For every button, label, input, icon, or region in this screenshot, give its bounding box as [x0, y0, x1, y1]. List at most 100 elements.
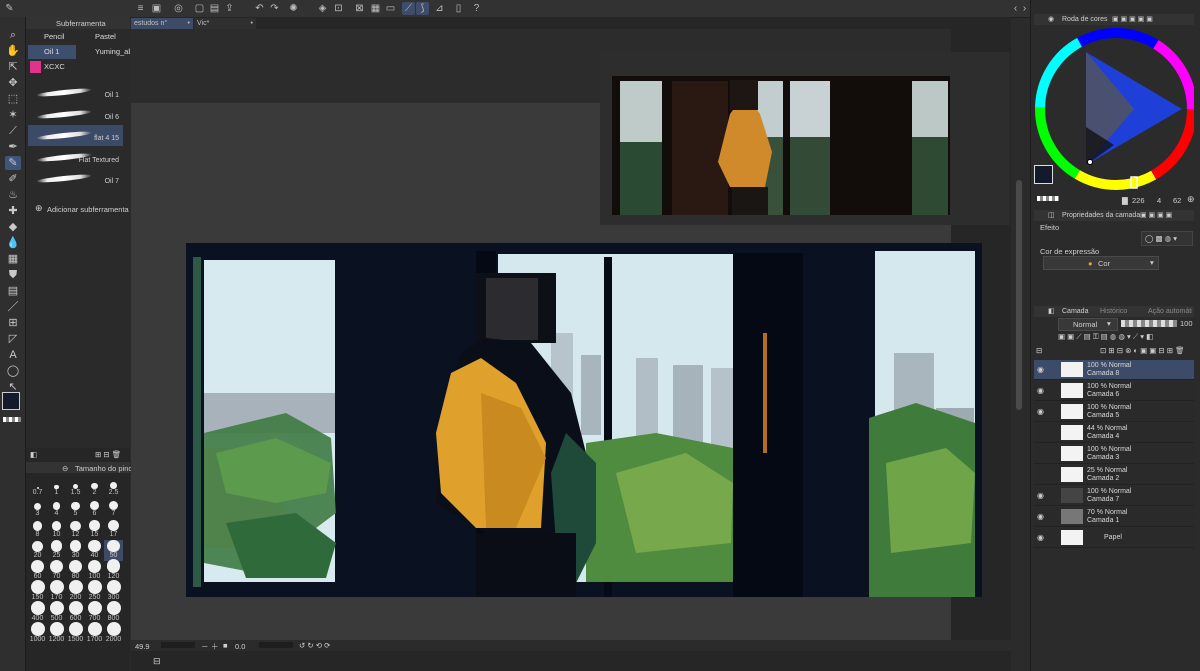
brush-size-1700[interactable]: 1700: [85, 622, 104, 645]
brush-size-150[interactable]: 150: [28, 580, 47, 603]
layer-row[interactable]: 100 % Normal Camada 3: [1034, 444, 1194, 464]
expression-color-select[interactable]: ● Cor ▾: [1043, 256, 1159, 270]
layer-row[interactable]: ◉ 100 % Normal Camada 6: [1034, 381, 1194, 401]
layer-row[interactable]: ◉ 100 % Normal Camada 8: [1034, 360, 1194, 380]
brush-size-400[interactable]: 400: [28, 601, 47, 624]
fill-icon[interactable]: ◈: [316, 2, 329, 15]
color-set-icons[interactable]: ▣ ▣ ▣ ▣ ▣: [1112, 14, 1153, 25]
brush-size-7[interactable]: 7: [104, 498, 123, 519]
brush-item-oil-6[interactable]: Oil 6: [28, 104, 123, 125]
pencil-tool-icon[interactable]: ✐: [5, 172, 21, 186]
eye-icon[interactable]: ◉: [1037, 407, 1044, 416]
decoration-tool-icon[interactable]: ✚: [5, 204, 21, 218]
brush-item-oil-7[interactable]: Oil 7: [28, 168, 123, 189]
rotate-icons[interactable]: ↺ ↻ ⟲ ⟳: [299, 641, 330, 650]
color-wheel[interactable]: [1034, 27, 1194, 192]
brush-size-600[interactable]: 600: [66, 601, 85, 624]
undo-icon[interactable]: ↶: [253, 2, 266, 15]
hamburger-menu-icon[interactable]: ≡: [134, 2, 147, 15]
panel-menu-icon[interactable]: ◧: [30, 450, 37, 459]
selection-tool-icon[interactable]: ⬚: [5, 92, 21, 106]
brush-size-100[interactable]: 100: [85, 559, 104, 582]
panel-buttons-icon[interactable]: ⊞ ⊟ 🗑: [95, 450, 121, 459]
brush-tool-icon[interactable]: ✎: [5, 156, 21, 170]
move-tool-icon[interactable]: ✥: [5, 76, 21, 90]
redo-icon[interactable]: ↷: [268, 2, 281, 15]
transparent-swatch[interactable]: [1037, 196, 1059, 201]
navigator-icon[interactable]: ⊟: [153, 656, 161, 667]
blend-tool-icon[interactable]: 💧: [5, 236, 21, 250]
layer-props-tab-icons[interactable]: ▣ ▣ ▣ ▣: [1140, 210, 1172, 221]
canvas-icon[interactable]: ▭: [384, 2, 397, 15]
brush-size-1000[interactable]: 1000: [28, 622, 47, 645]
subtool-tab-pencil[interactable]: Pencil: [28, 30, 76, 44]
export-icon[interactable]: ⇪: [223, 2, 236, 15]
layer-lock-icons[interactable]: ▣ ▣ ⟋ ▤ ⚿ ▤ ◍ ◍ ▾ ⟋ ▾ ◧: [1058, 332, 1153, 342]
pen-tool-icon[interactable]: ✒: [5, 140, 21, 154]
brush-size-25[interactable]: 25: [47, 540, 66, 561]
brush-size-50[interactable]: 50: [104, 539, 123, 561]
snap-special-icon[interactable]: ⟆: [416, 2, 429, 15]
brush-size-6[interactable]: 6: [85, 498, 104, 519]
tab-history[interactable]: Histórico: [1100, 306, 1127, 317]
eye-icon[interactable]: ◉: [1037, 365, 1044, 374]
airbrush-icon[interactable]: ♨: [5, 188, 21, 202]
brush-size-1200[interactable]: 1200: [47, 622, 66, 645]
brush-size-0.7[interactable]: 0.7: [28, 477, 47, 498]
loading-icon[interactable]: ✺: [287, 2, 300, 15]
text-tool-icon[interactable]: A: [5, 348, 21, 362]
brush-size-200[interactable]: 200: [66, 580, 85, 603]
eraser-icon[interactable]: ◆: [5, 220, 21, 234]
brush-item-flat-textured[interactable]: Flat Textured: [28, 147, 123, 168]
brush-size-1.5[interactable]: 1.5: [66, 477, 85, 498]
new-canvas-icon[interactable]: ▣: [150, 2, 163, 15]
hand-tool-icon[interactable]: ✋: [5, 44, 21, 58]
layer-row[interactable]: ◉ 70 % Normal Camada 1: [1034, 507, 1194, 527]
painting-canvas[interactable]: [186, 243, 982, 617]
subtool-tab-pastel[interactable]: Pastel: [79, 30, 129, 44]
bucket-icon[interactable]: ⛊: [5, 268, 21, 282]
layer-row[interactable]: ◉ 100 % Normal Camada 5: [1034, 402, 1194, 422]
subtool-tab-oil[interactable]: Oil 1: [28, 45, 76, 59]
layer-action-icons[interactable]: ⊡ ⊞ ⊟ ⊗ ◐ ▣ ▣ ⊟ ⊞ 🗑: [1100, 346, 1185, 355]
menu-icon[interactable]: ✎: [3, 2, 16, 15]
angle-value[interactable]: 0.0: [235, 642, 245, 651]
ruler-snap-icon[interactable]: ⟋: [402, 2, 415, 15]
frame-border-icon[interactable]: ⊞: [5, 316, 21, 330]
eyedropper-icon[interactable]: ⟋: [5, 124, 21, 138]
layer-row[interactable]: 25 % Normal Camada 2: [1034, 465, 1194, 485]
brush-size-170[interactable]: 170: [47, 580, 66, 603]
device-icon[interactable]: ▯: [452, 2, 465, 15]
brush-size-800[interactable]: 800: [104, 601, 123, 624]
snap-grid-icon[interactable]: ⊿: [433, 2, 446, 15]
tab-vic[interactable]: Vic* •: [194, 18, 256, 29]
brush-size-700[interactable]: 700: [85, 601, 104, 624]
brush-size-80[interactable]: 80: [66, 559, 85, 582]
magic-wand-icon[interactable]: ✶: [5, 108, 21, 122]
layer-row[interactable]: 44 % Normal Camada 4: [1034, 423, 1194, 443]
tab-layer[interactable]: Camada: [1062, 306, 1088, 317]
ruler-tool-icon[interactable]: ◸: [5, 332, 21, 346]
brush-size-10[interactable]: 10: [47, 519, 66, 540]
fill-tool-icon[interactable]: ▦: [5, 252, 21, 266]
new-file-icon[interactable]: ▢: [193, 2, 206, 15]
eye-icon[interactable]: ◉: [1037, 512, 1044, 521]
brush-size-2.5[interactable]: 2.5: [104, 477, 123, 498]
help-icon[interactable]: ?: [470, 2, 483, 15]
brush-size-15[interactable]: 15: [85, 519, 104, 540]
brush-size-300[interactable]: 300: [104, 580, 123, 603]
figure-tool-icon[interactable]: ／: [5, 300, 21, 314]
eye-icon[interactable]: ◉: [1037, 533, 1044, 542]
effect-buttons[interactable]: ◯ ▩ ◍ ▾: [1141, 231, 1193, 246]
canvas-vertical-scrollbar[interactable]: [1016, 180, 1022, 410]
brush-size-60[interactable]: 60: [28, 560, 47, 582]
brush-size-2000[interactable]: 2000: [104, 622, 123, 645]
eye-icon[interactable]: ◉: [1037, 491, 1044, 500]
zoom-slider[interactable]: [161, 642, 195, 648]
brush-size-17[interactable]: 17: [104, 519, 123, 540]
transparent-color-swatch[interactable]: [3, 417, 21, 422]
subtool-tab-yuming[interactable]: Yuming_ab: [79, 45, 130, 59]
clear-icon[interactable]: ⊠: [353, 2, 366, 15]
brush-size-30[interactable]: 30: [66, 540, 85, 561]
add-subtool-icon[interactable]: ⊕: [35, 203, 43, 214]
